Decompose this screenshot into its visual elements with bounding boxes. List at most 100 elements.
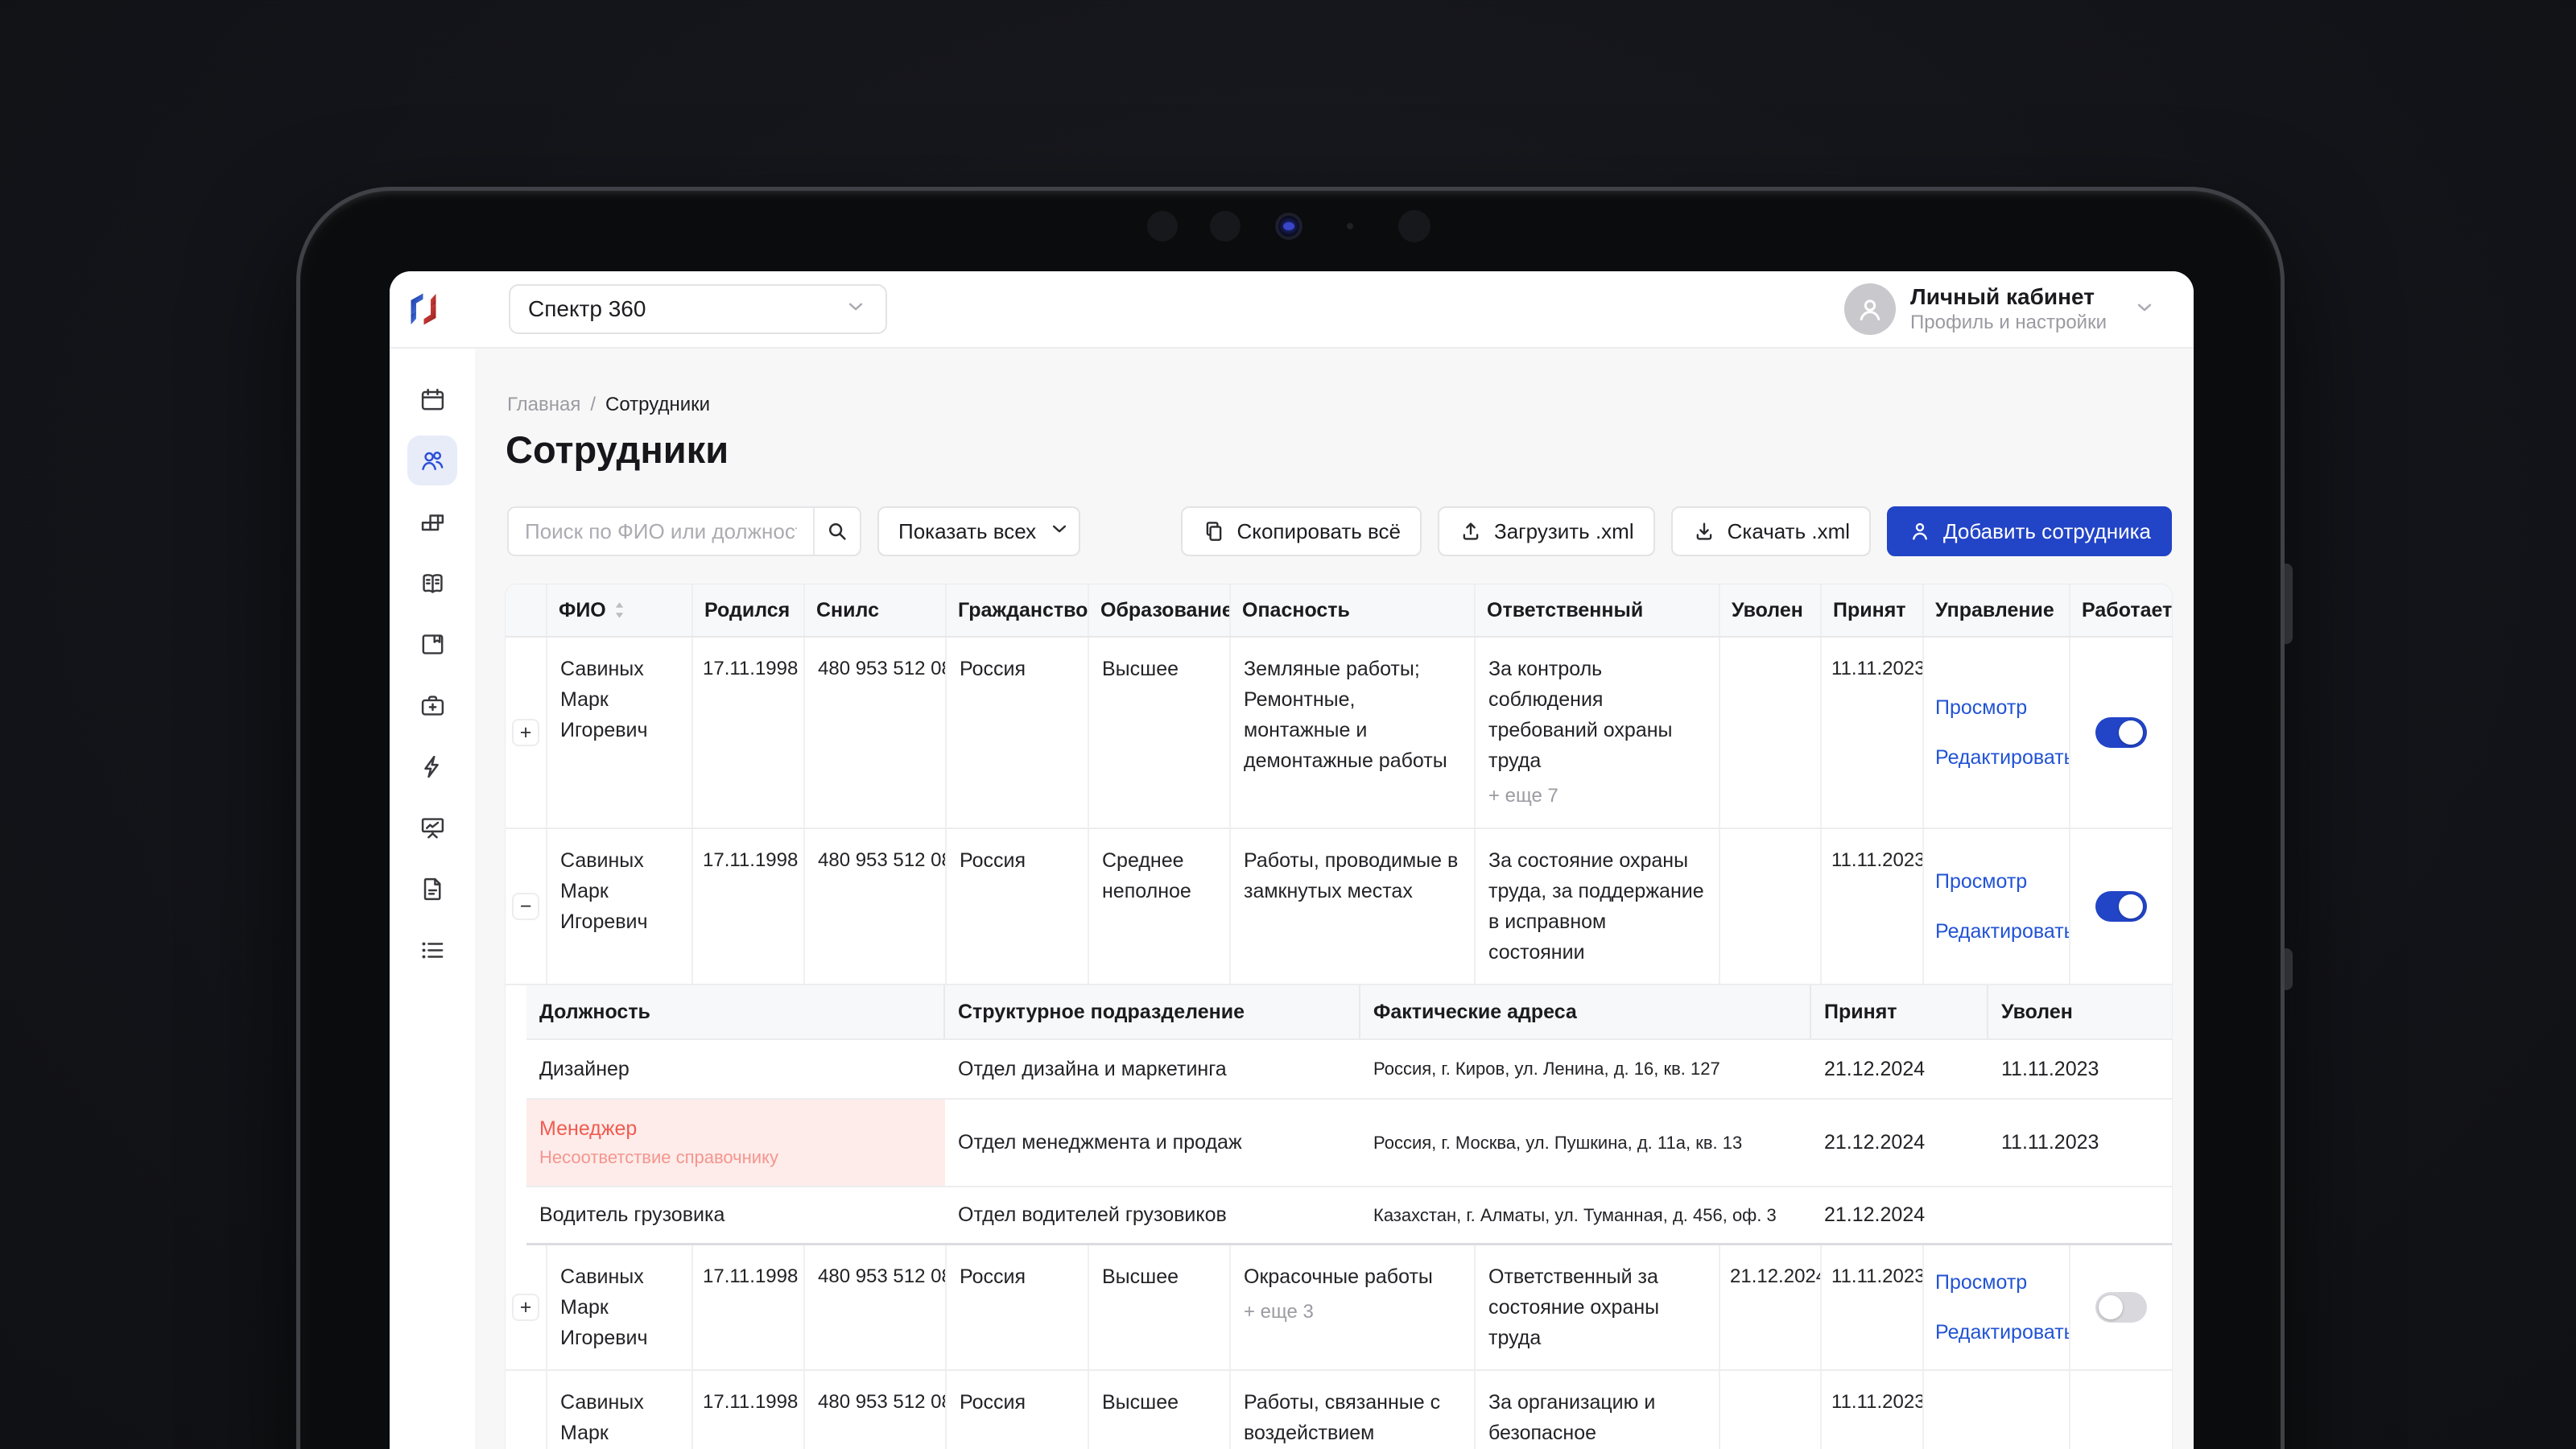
citizenship-cell: Россия [947, 829, 1089, 984]
column-header-citizenship: Гражданство [947, 584, 1089, 636]
sort-icon[interactable] [614, 601, 625, 619]
view-link[interactable]: Просмотр [1935, 692, 2066, 723]
expand-row-button[interactable]: + [512, 1294, 539, 1321]
subtable-row: ДизайнерОтдел дизайна и маркетингаРоссия… [526, 1040, 2172, 1100]
employees-icon [419, 447, 447, 475]
subtable-row: МенеджерНесоответствие справочникуОтдел … [526, 1100, 2172, 1187]
copy-all-button[interactable]: Скопировать всё [1181, 506, 1422, 556]
edit-link[interactable]: Редактировать [1935, 1317, 2066, 1348]
view-link[interactable]: Просмотр [1935, 1267, 2066, 1298]
hired-cell: 11.11.2023 [1822, 1371, 1924, 1449]
responsible-cell: За контроль соблюдения требований охраны… [1476, 638, 1720, 828]
born-cell: 17.11.1998 [693, 638, 805, 828]
working-toggle[interactable] [2095, 1292, 2147, 1323]
sidebar-item-calendar[interactable] [407, 374, 457, 424]
camera-lens [1275, 213, 1302, 240]
responsible-cell: За состояние охраны труда, за поддержани… [1476, 829, 1720, 984]
column-header-working: Работает [2070, 584, 2172, 636]
expander-cell: + [506, 1245, 547, 1369]
danger-cell: Работы, проводимые в замкнутых местах [1231, 829, 1476, 984]
upload-xml-button[interactable]: Загрузить .xml [1438, 506, 1655, 556]
fired-cell [1720, 638, 1822, 828]
sidebar-item-archive-box[interactable] [407, 619, 457, 669]
address-value: Россия, г. Киров, ул. Ленина, д. 16, кв.… [1373, 1059, 1798, 1080]
unit-cell: Отдел менеджмента и продаж [945, 1100, 1360, 1186]
column-header-fired: Уволен [1720, 584, 1822, 636]
sidebar-item-employees[interactable] [407, 436, 457, 485]
fio-cell-value: Савиных Марк Игоревич [560, 658, 648, 741]
sidebar-item-medkit[interactable] [407, 680, 457, 730]
responsible-value: За контроль соблюдения требований охраны… [1488, 658, 1673, 772]
add-person-icon [1908, 519, 1932, 543]
search-icon[interactable] [813, 508, 860, 555]
column-header-born: Родился [693, 584, 805, 636]
view-link[interactable]: Просмотр [1935, 866, 2066, 897]
fio-cell: Савиных Марк Игоревич [547, 1245, 693, 1369]
born-cell: 17.11.1998 [693, 1245, 805, 1369]
sidebar-item-document[interactable] [407, 864, 457, 914]
add-employee-button[interactable]: Добавить сотрудника [1887, 506, 2172, 556]
position-cell: Дизайнер [526, 1040, 945, 1098]
snils-cell-value: 480 953 512 08 [818, 849, 947, 871]
column-header-mgmt: Управление [1924, 584, 2070, 636]
positions-subtable: ДолжностьСтруктурное подразделениеФактич… [526, 985, 2172, 1245]
sidebar-item-reports[interactable] [407, 803, 457, 852]
show-all-filter-dropdown[interactable]: Показать всех [877, 506, 1080, 556]
education-cell: Среднее неполное [1089, 829, 1231, 984]
sub-fired-cell [1988, 1187, 2172, 1243]
table-header: ФИОРодилсяСнилсГражданствоОбразованиеОпа… [506, 584, 2172, 638]
edit-link[interactable]: Редактировать [1935, 742, 2066, 773]
main-content: Главная / Сотрудники Сотрудники Показать… [475, 349, 2194, 1449]
working-toggle[interactable] [2095, 717, 2147, 748]
archive-box-icon [419, 630, 447, 658]
breadcrumb: Главная / Сотрудники [507, 394, 710, 416]
education-cell-value: Среднее неполное [1102, 849, 1191, 902]
list-icon [419, 936, 447, 964]
toolbar: Показать всех Скопировать всё Загрузить … [507, 506, 2172, 556]
danger-value: Работы, проводимые в замкнутых местах [1244, 849, 1458, 902]
sidebar-item-lightning[interactable] [407, 741, 457, 791]
working-toggle[interactable] [2095, 891, 2147, 922]
topbar: Спектр 360 Личный кабинет Профиль и наст… [390, 271, 2194, 349]
address-cell: Казахстан, г. Алматы, ул. Туманная, д. 4… [1360, 1187, 1811, 1243]
danger-more-link[interactable]: + еще 3 [1244, 1297, 1461, 1327]
avatar [1844, 283, 1896, 335]
hired-cell: 11.11.2023 [1822, 638, 1924, 828]
filter-label: Показать всех [898, 519, 1036, 544]
fio-cell: Савиных Марк Игоревич [547, 638, 693, 828]
account-menu[interactable]: Личный кабинет Профиль и настройки [1844, 283, 2157, 335]
working-cell [2070, 829, 2172, 984]
download-xml-button[interactable]: Скачать .xml [1671, 506, 1871, 556]
subtable-column-header-address: Фактические адреса [1360, 985, 1811, 1038]
hired-value: 11.11.2023 [1831, 849, 1924, 871]
snils-cell-value: 480 953 512 08 [818, 1265, 947, 1287]
account-subtitle: Профиль и настройки [1910, 311, 2107, 335]
expand-row-button[interactable]: + [512, 719, 539, 746]
expander-cell: − [506, 829, 547, 984]
citizenship-cell-value: Россия [960, 1265, 1026, 1288]
danger-cell: Работы, связанные с воздействием сильнод… [1231, 1371, 1476, 1449]
search-input[interactable] [509, 508, 813, 555]
reports-icon [419, 814, 447, 842]
workspace-select[interactable]: Спектр 360 [509, 284, 887, 334]
sensor-dot [1347, 223, 1353, 229]
edit-link[interactable]: Редактировать [1935, 916, 2066, 947]
employees-table: ФИОРодилсяСнилсГражданствоОбразованиеОпа… [506, 584, 2172, 1449]
responsible-more-link[interactable]: + еще 7 [1488, 781, 1706, 811]
citizenship-cell: Россия [947, 1245, 1089, 1369]
citizenship-cell: Россия [947, 1371, 1089, 1449]
subtable-column-header-position: Должность [526, 985, 945, 1038]
fio-cell-value: Савиных Марк Игоревич [560, 1391, 648, 1449]
page-title: Сотрудники [506, 427, 729, 472]
sub-hired-value: 21.12.2024 [1824, 1058, 1975, 1081]
sidebar-item-handbook[interactable] [407, 558, 457, 608]
sidebar-item-list[interactable] [407, 925, 457, 975]
address-cell: Россия, г. Киров, ул. Ленина, д. 16, кв.… [1360, 1040, 1811, 1098]
collapse-row-button[interactable]: − [512, 893, 539, 920]
subtable-header: ДолжностьСтруктурное подразделениеФактич… [526, 985, 2172, 1040]
sidebar-item-structure[interactable] [407, 497, 457, 547]
citizenship-cell: Россия [947, 638, 1089, 828]
expander-cell: + [506, 638, 547, 828]
medkit-icon [419, 691, 447, 720]
breadcrumb-home[interactable]: Главная [507, 394, 580, 416]
